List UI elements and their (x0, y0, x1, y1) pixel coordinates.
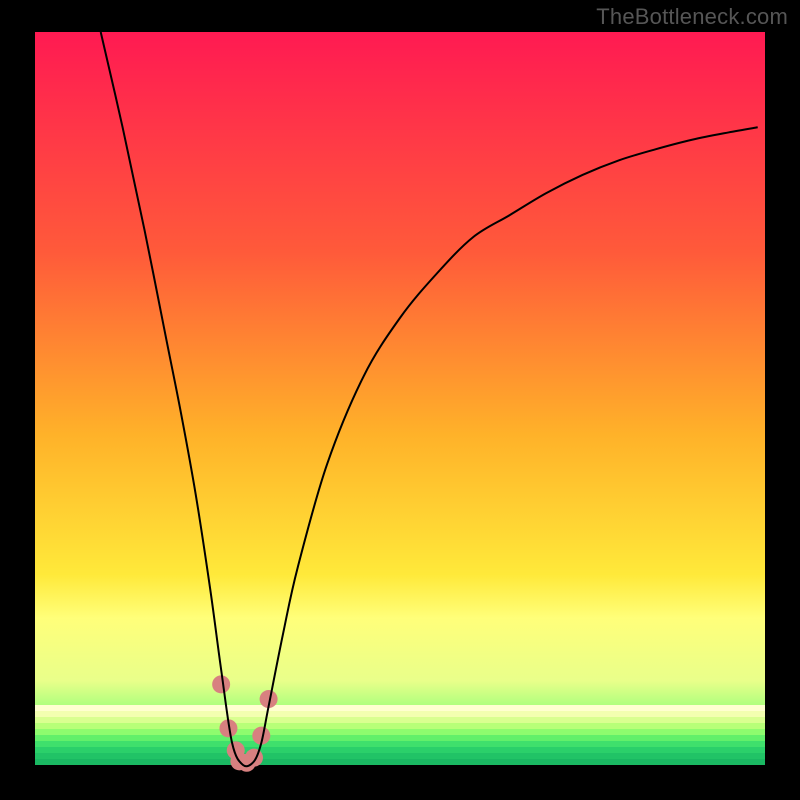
plot-background (35, 32, 765, 765)
watermark-text: TheBottleneck.com (596, 4, 788, 30)
green-floor-bands (35, 705, 765, 765)
bottleneck-chart (0, 0, 800, 800)
vertex-marker (245, 749, 263, 767)
vertex-marker (212, 675, 230, 693)
